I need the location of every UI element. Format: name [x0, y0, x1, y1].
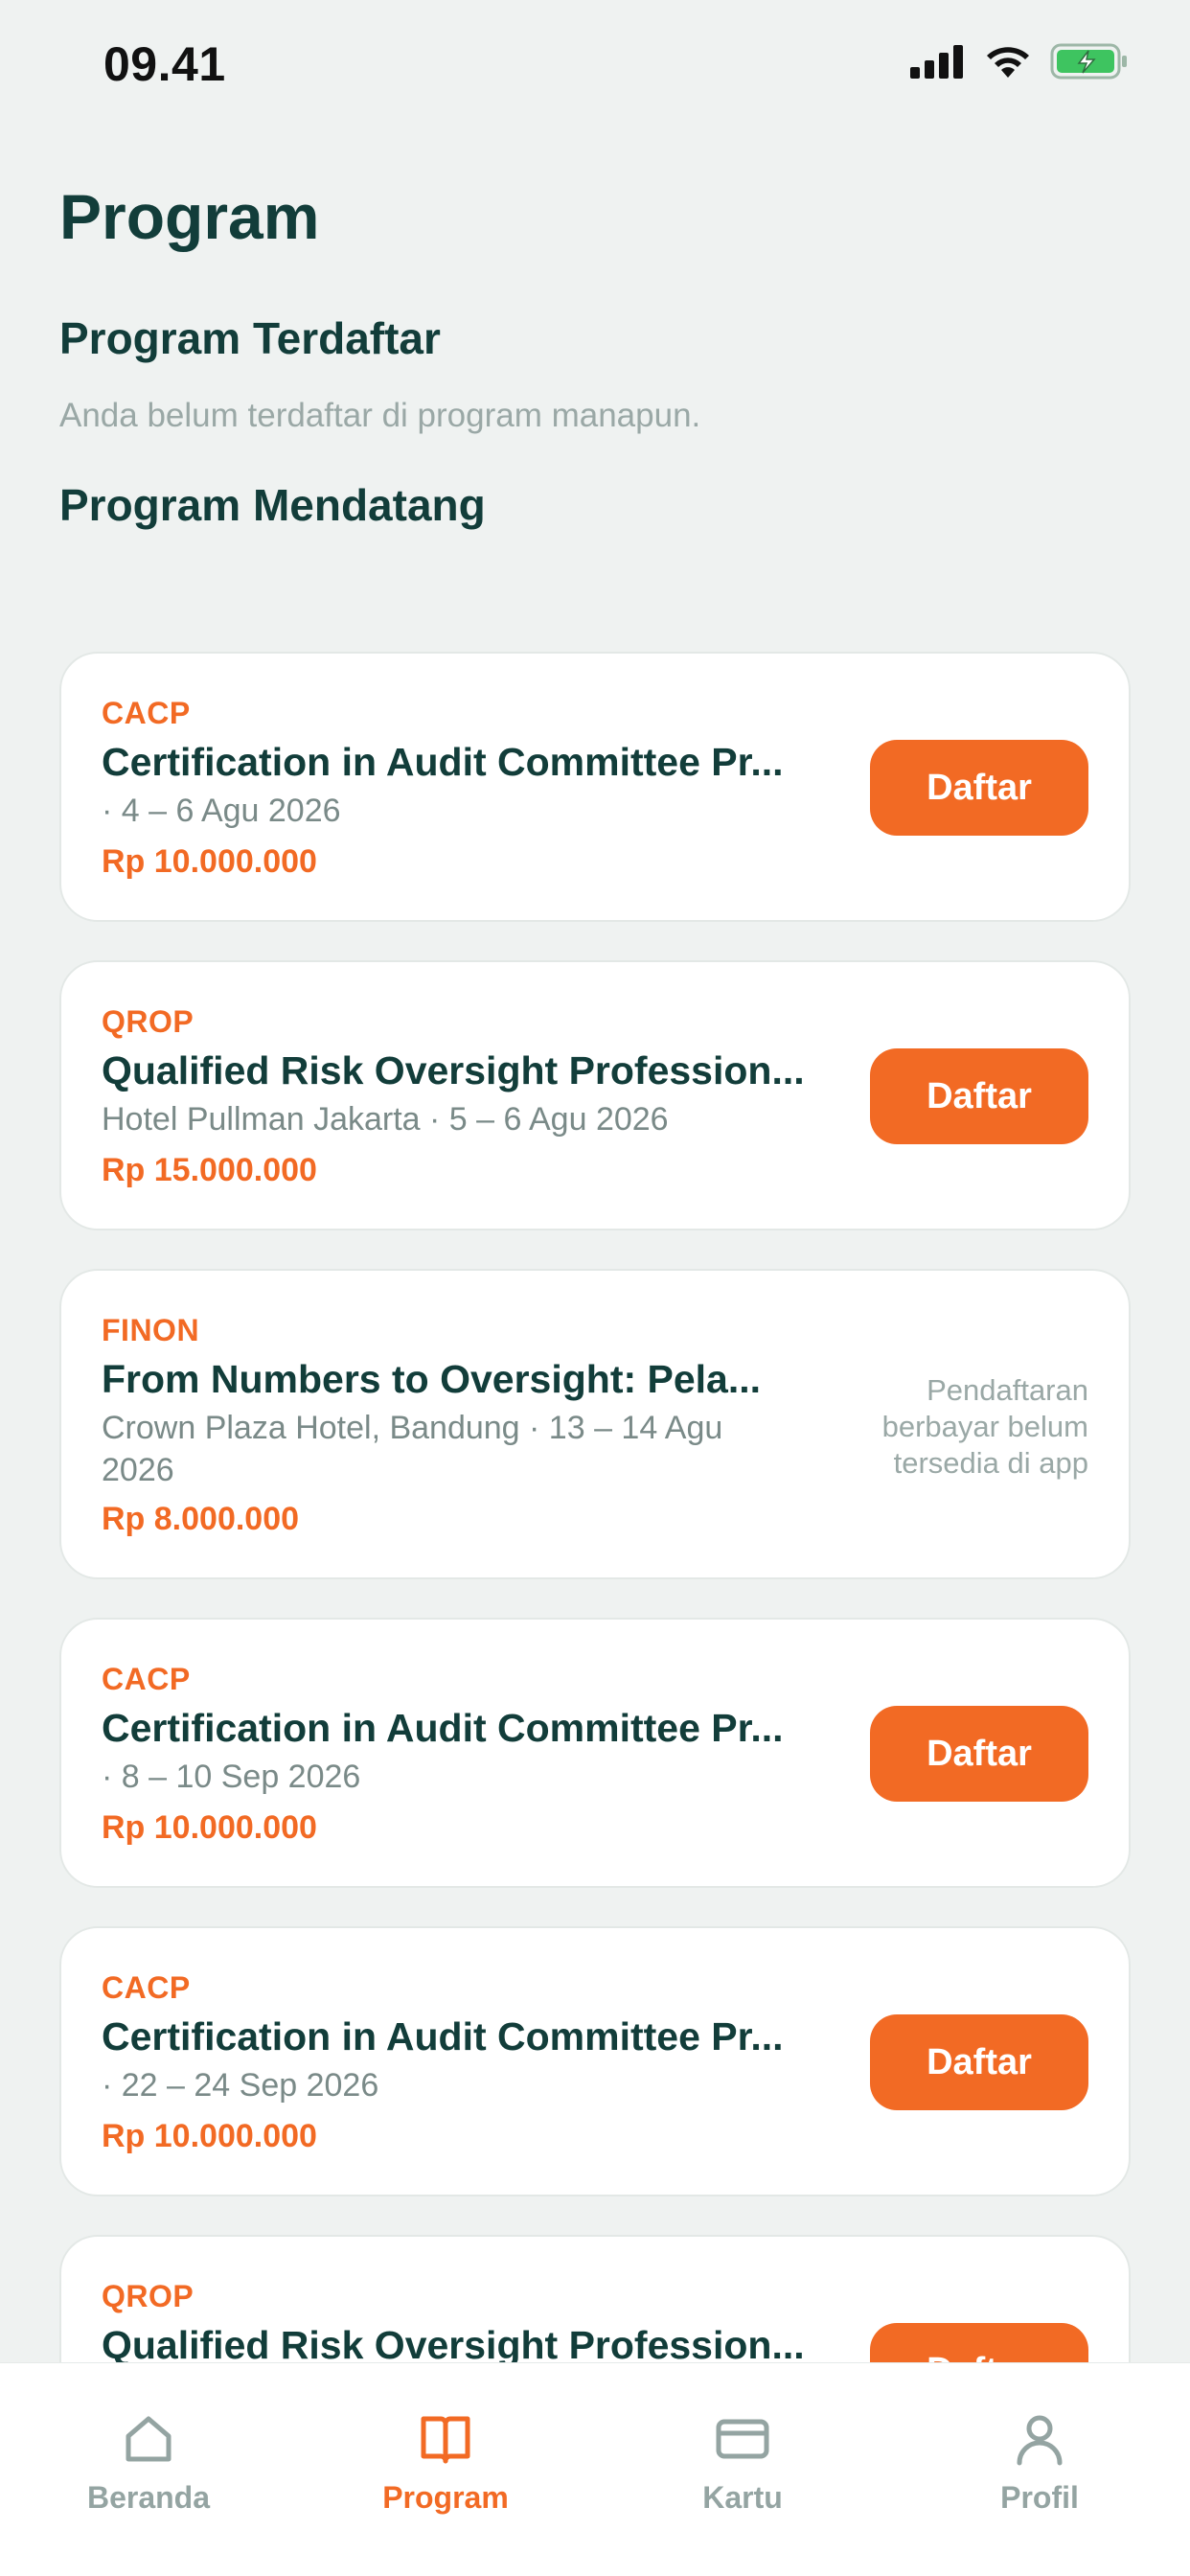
bottom-tab-bar: Beranda Program Kartu Profil [0, 2362, 1190, 2576]
program-code: FINON [102, 1313, 200, 1347]
program-meta: · 22 – 24 Sep 2026 [102, 2067, 379, 2104]
program-title: Certification in Audit Committee Pr... [102, 2014, 784, 2058]
program-code: QROP [102, 2279, 195, 2313]
wifi-icon [987, 47, 1029, 78]
card-icon [716, 2419, 769, 2459]
program-title: Qualified Risk Oversight Profession... [102, 1048, 805, 1092]
registered-empty-text: Anda belum terdaftar di program manapun. [59, 397, 701, 434]
battery-charging-icon [1050, 43, 1127, 80]
program-card[interactable]: FINON From Numbers to Oversight: Pela...… [59, 1269, 1131, 1579]
program-card[interactable]: QROP Qualified Risk Oversight Profession… [59, 960, 1131, 1230]
program-title: From Numbers to Oversight: Pela... [102, 1357, 762, 1401]
register-button[interactable]: Daftar [870, 2014, 1088, 2110]
program-card[interactable]: CACP Certification in Audit Committee Pr… [59, 1926, 1131, 2196]
register-button[interactable]: Daftar [870, 1706, 1088, 1802]
program-card[interactable]: CACP Certification in Audit Committee Pr… [59, 652, 1131, 922]
tab-label: Kartu [702, 2480, 783, 2515]
program-code: CACP [102, 1662, 191, 1696]
tab-kartu[interactable]: Kartu [594, 2363, 891, 2576]
tab-label: Program [382, 2480, 509, 2515]
person-icon [1017, 2415, 1063, 2466]
program-title: Qualified Risk Oversight Profession... [102, 2323, 805, 2367]
tab-program[interactable]: Program [297, 2363, 594, 2576]
program-code: CACP [102, 1970, 191, 2005]
program-meta: · 4 – 6 Agu 2026 [102, 793, 341, 829]
program-price: Rp 10.000.000 [102, 1809, 317, 1846]
book-icon [421, 2416, 470, 2464]
home-icon [126, 2416, 172, 2462]
registered-section-title: Program Terdaftar [59, 313, 441, 363]
status-time: 09.41 [103, 37, 226, 91]
registration-unavailable-note: Pendaftaran berbayar belum tersedia di a… [881, 1373, 1088, 1480]
register-button[interactable]: Daftar [870, 740, 1088, 836]
register-button[interactable]: Daftar [870, 1048, 1088, 1144]
program-price: Rp 10.000.000 [102, 2118, 317, 2154]
program-price: Rp 8.000.000 [102, 1501, 300, 1537]
program-price: Rp 10.000.000 [102, 843, 317, 880]
program-code: CACP [102, 696, 191, 730]
cellular-signal-icon [910, 45, 963, 79]
program-title: Certification in Audit Committee Pr... [102, 1706, 784, 1750]
status-bar: 09.41 [0, 0, 1190, 129]
program-code: QROP [102, 1004, 195, 1039]
program-price: Rp 15.000.000 [102, 1152, 317, 1188]
upcoming-section-title: Program Mendatang [59, 480, 486, 530]
tab-label: Profil [1000, 2480, 1079, 2515]
status-icons [910, 42, 1129, 80]
program-meta: Hotel Pullman Jakarta · 5 – 6 Agu 2026 [102, 1101, 669, 1138]
tab-profil[interactable]: Profil [891, 2363, 1188, 2576]
program-title: Certification in Audit Committee Pr... [102, 740, 784, 784]
tab-beranda[interactable]: Beranda [0, 2363, 297, 2576]
program-card[interactable]: CACP Certification in Audit Committee Pr… [59, 1618, 1131, 1888]
program-meta: Crown Plaza Hotel, Bandung · 13 – 14 Agu… [102, 1410, 723, 1488]
tab-label: Beranda [86, 2480, 211, 2515]
page-title: Program [59, 181, 320, 252]
program-meta: · 8 – 10 Sep 2026 [102, 1759, 361, 1795]
